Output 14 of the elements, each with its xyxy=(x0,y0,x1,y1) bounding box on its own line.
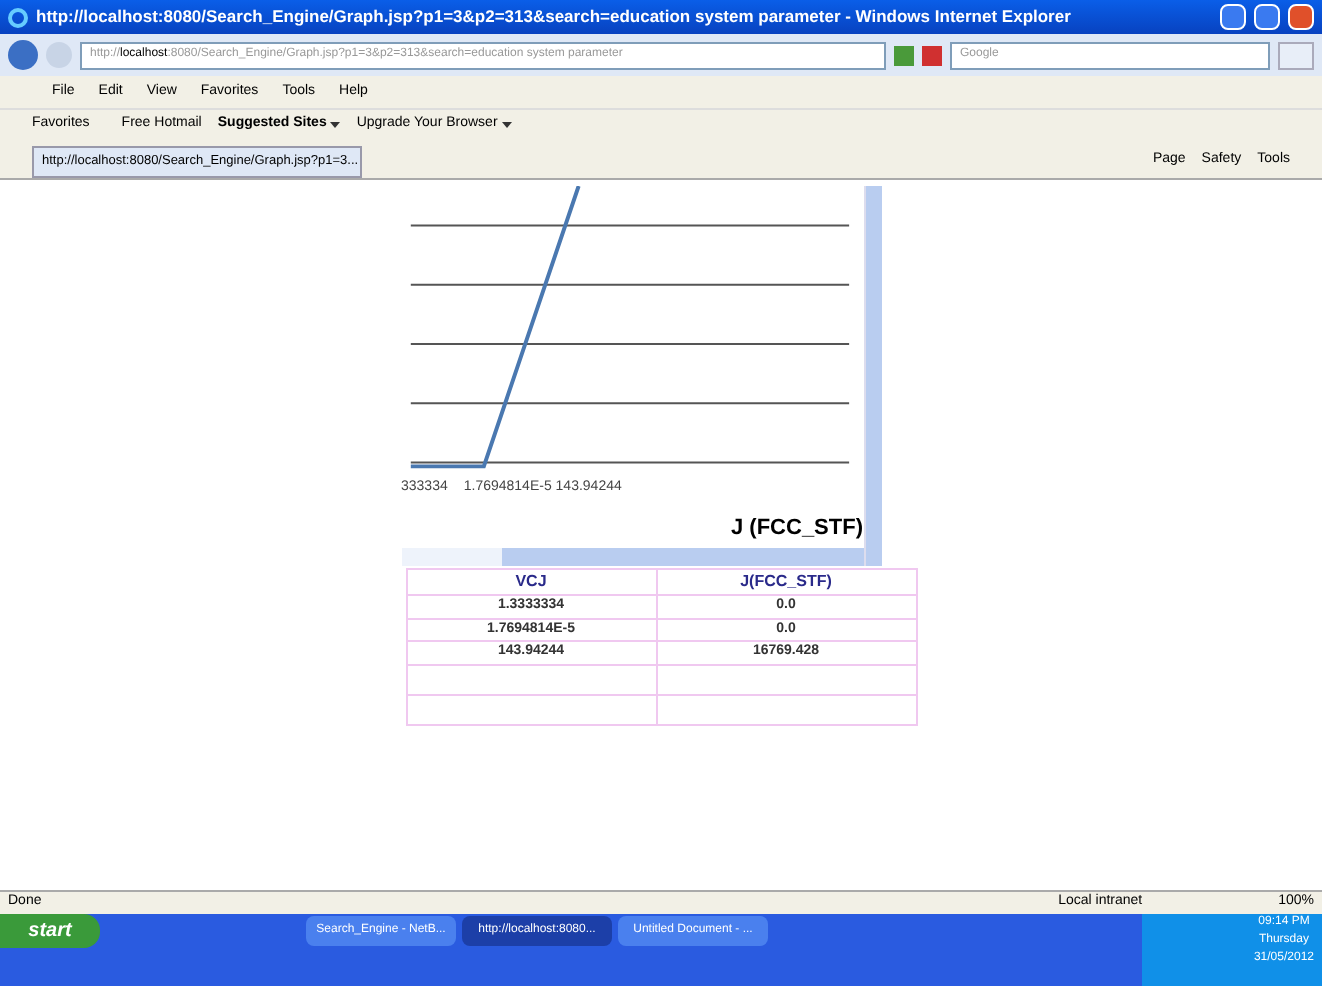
browser-icon xyxy=(8,7,28,27)
caret-icon xyxy=(330,122,341,128)
column-header: J(FCC_STF) xyxy=(656,569,916,595)
vertical-scrollbar[interactable] xyxy=(863,186,881,566)
axis-title: J (FCC_STF) xyxy=(729,513,863,544)
minimize-button[interactable] xyxy=(1220,4,1246,30)
window-title: http://localhost:8080/Search_Engine/Graph.jsp?p1=3&p2=313&search=education system parameter - Windows Internet Explorer xyxy=(36,4,1073,30)
column-header: VCJ xyxy=(406,569,656,595)
maximize-button[interactable] xyxy=(1254,4,1280,30)
back-button[interactable] xyxy=(8,40,38,70)
start-button[interactable]: start xyxy=(0,914,100,948)
horizontal-scrollbar[interactable] xyxy=(401,548,863,566)
close-button[interactable] xyxy=(1288,4,1314,30)
caret-icon xyxy=(501,122,512,128)
